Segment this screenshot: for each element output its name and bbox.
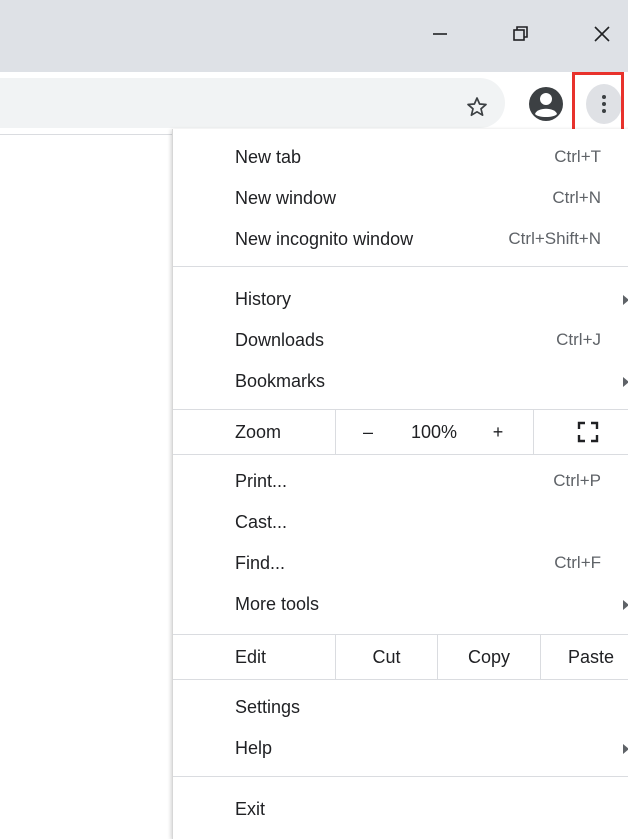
row-divider: [335, 410, 336, 454]
menu-item-label: New incognito window: [235, 229, 414, 249]
menu-item-label: New tab: [235, 147, 302, 167]
menu-item-downloads[interactable]: Downloads Ctrl+J: [173, 321, 628, 361]
row-divider: [533, 410, 534, 454]
edit-row: Edit Cut Copy Paste: [173, 634, 628, 680]
menu-item-label: Settings: [235, 697, 301, 717]
zoom-in-label: +: [492, 421, 504, 442]
chrome-main-menu: New tab Ctrl+T New window Ctrl+N New inc…: [172, 129, 628, 839]
menu-separator: [173, 776, 628, 777]
zoom-out-label: –: [362, 421, 373, 442]
zoom-row: Zoom – 100% +: [173, 409, 628, 455]
account-circle-icon: [529, 87, 563, 121]
zoom-in-button[interactable]: +: [483, 410, 513, 454]
menu-item-more-tools[interactable]: More tools: [173, 585, 628, 625]
three-dots-vertical-icon: [602, 95, 606, 113]
menu-item-label: Exit: [235, 799, 266, 819]
paste-button[interactable]: Paste: [541, 635, 628, 679]
menu-item-new-tab[interactable]: New tab Ctrl+T: [173, 138, 628, 178]
zoom-level-value: 100%: [401, 410, 467, 454]
cut-label: Cut: [372, 646, 401, 667]
paste-label: Paste: [567, 646, 615, 667]
menu-item-label: Find...: [235, 553, 286, 573]
zoom-out-button[interactable]: –: [353, 410, 383, 454]
menu-item-shortcut: Ctrl+P: [553, 471, 601, 490]
submenu-arrow-icon: [623, 744, 628, 754]
copy-label: Copy: [467, 646, 511, 667]
menu-item-shortcut: Ctrl+J: [556, 330, 601, 349]
menu-item-cast[interactable]: Cast...: [173, 503, 628, 543]
bookmark-star-button[interactable]: [458, 88, 496, 126]
menu-item-bookmarks[interactable]: Bookmarks: [173, 362, 628, 402]
menu-item-shortcut: Ctrl+Shift+N: [508, 229, 601, 248]
menu-item-new-window[interactable]: New window Ctrl+N: [173, 179, 628, 219]
close-window-button[interactable]: [582, 14, 622, 54]
zoom-label: Zoom: [235, 422, 282, 442]
menu-item-label: New window: [235, 188, 337, 208]
minimize-icon: [433, 33, 447, 35]
menu-item-shortcut: Ctrl+N: [552, 188, 601, 207]
star-outline-icon: [467, 97, 487, 117]
menu-item-print[interactable]: Print... Ctrl+P: [173, 462, 628, 502]
menu-item-label: More tools: [235, 594, 320, 614]
zoom-value: 100%: [410, 421, 458, 442]
menu-item-label: History: [235, 289, 292, 309]
menu-item-new-incognito-window[interactable]: New incognito window Ctrl+Shift+N: [173, 220, 628, 260]
submenu-arrow-icon: [623, 295, 628, 305]
menu-item-history[interactable]: History: [173, 280, 628, 320]
menu-separator: [173, 266, 628, 267]
menu-item-label: Print...: [235, 471, 288, 491]
submenu-arrow-icon: [623, 377, 628, 387]
close-icon: [594, 26, 610, 42]
customize-menu-button[interactable]: [586, 84, 622, 124]
cut-button[interactable]: Cut: [336, 635, 437, 679]
profile-button[interactable]: [526, 84, 566, 124]
minimize-button[interactable]: [420, 14, 460, 54]
menu-item-label: Bookmarks: [235, 371, 326, 391]
copy-button[interactable]: Copy: [438, 635, 540, 679]
edit-label: Edit: [235, 647, 267, 667]
menu-item-find[interactable]: Find... Ctrl+F: [173, 544, 628, 584]
restore-icon: [513, 26, 528, 41]
submenu-arrow-icon: [623, 600, 628, 610]
browser-toolbar: [0, 72, 628, 135]
restore-button[interactable]: [500, 14, 540, 54]
menu-item-exit[interactable]: Exit: [173, 790, 628, 830]
window-titlebar: [0, 0, 628, 72]
menu-item-help[interactable]: Help: [173, 729, 628, 769]
fullscreen-icon: [577, 421, 599, 443]
menu-item-shortcut: Ctrl+T: [554, 147, 601, 166]
fullscreen-button[interactable]: [571, 410, 605, 454]
menu-item-label: Help: [235, 738, 273, 758]
menu-item-label: Cast...: [235, 512, 288, 532]
menu-item-shortcut: Ctrl+F: [554, 553, 601, 572]
menu-item-label: Downloads: [235, 330, 325, 350]
address-bar[interactable]: [0, 78, 505, 128]
menu-item-settings[interactable]: Settings: [173, 688, 628, 728]
